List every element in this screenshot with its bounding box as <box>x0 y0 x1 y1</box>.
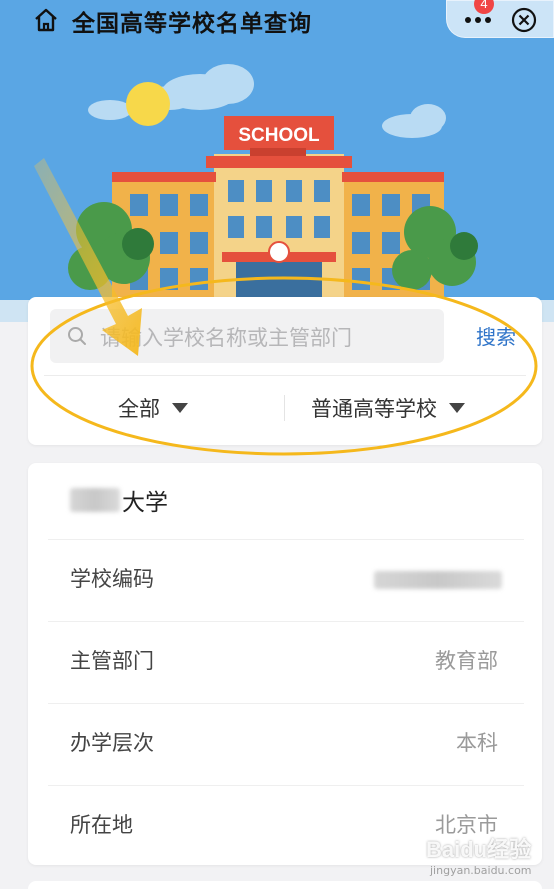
school-illustration: SCHOOL <box>0 64 554 322</box>
page-title: 全国高等学校名单查询 <box>72 11 312 37</box>
info-label: 主管部门 <box>70 649 154 673</box>
search-placeholder: 请输入学校名称或主管部门 <box>100 326 352 350</box>
school-name-text: 大学 <box>122 490 168 516</box>
info-value: 本科 <box>456 731 498 755</box>
divider <box>48 539 524 540</box>
redacted-text <box>70 488 120 512</box>
watermark-logo: Baidu经验 <box>426 837 532 862</box>
info-label: 办学层次 <box>70 731 154 755</box>
info-row-level: 办学层次 本科 <box>48 703 524 785</box>
next-card-edge <box>28 881 542 889</box>
info-value: 教育部 <box>435 649 498 673</box>
info-label: 学校编码 <box>70 567 154 591</box>
divider <box>48 785 524 786</box>
region-filter-dropdown[interactable]: 全部 <box>118 393 188 423</box>
search-button[interactable]: 搜索 <box>476 321 516 350</box>
result-card[interactable]: 大学 学校编码 主管部门 教育部 办学层次 本科 所在地 北京市 <box>28 463 542 865</box>
divider <box>44 375 526 376</box>
hero-banner: SCHOOL <box>0 0 554 322</box>
divider <box>48 703 524 704</box>
redacted-text <box>374 571 502 589</box>
info-label: 所在地 <box>70 813 133 837</box>
close-icon[interactable] <box>510 6 538 34</box>
clock-icon <box>268 241 290 263</box>
school-name: 大学 <box>70 483 168 517</box>
watermark-subtext: jingyan.baidu.com <box>430 864 532 877</box>
school-sign-text: SCHOOL <box>238 125 320 146</box>
search-input[interactable]: 请输入学校名称或主管部门 <box>50 309 444 363</box>
divider <box>48 621 524 622</box>
home-icon[interactable] <box>32 6 60 34</box>
search-card: 请输入学校名称或主管部门 搜索 全部 普通高等学校 <box>28 297 542 445</box>
chevron-down-icon <box>172 403 188 413</box>
chevron-down-icon <box>449 403 465 413</box>
top-bar: 全国高等学校名单查询 4 <box>0 0 554 44</box>
info-row-code: 学校编码 <box>48 539 524 621</box>
type-filter-label: 普通高等学校 <box>311 397 437 421</box>
info-row-department: 主管部门 教育部 <box>48 621 524 703</box>
region-filter-label: 全部 <box>118 397 160 421</box>
filter-separator <box>284 395 285 421</box>
sun-icon <box>126 82 170 126</box>
type-filter-dropdown[interactable]: 普通高等学校 <box>311 393 465 423</box>
search-icon <box>68 327 86 345</box>
